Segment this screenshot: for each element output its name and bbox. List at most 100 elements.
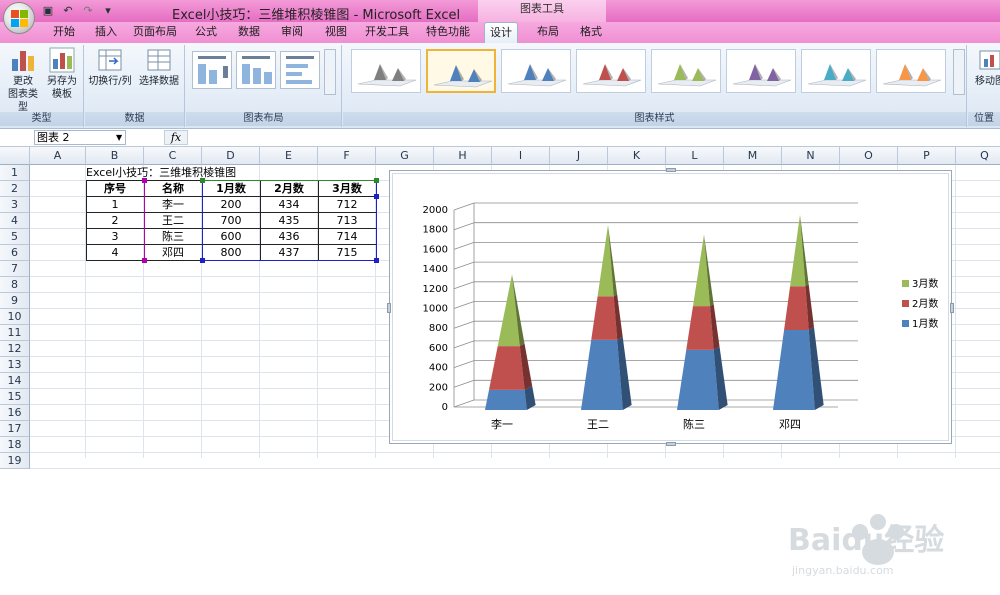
column-header-G[interactable]: G [376, 147, 434, 165]
chart-resize-handle-left[interactable] [387, 303, 391, 313]
column-header-J[interactable]: J [550, 147, 608, 165]
chart-resize-handle-right[interactable] [950, 303, 954, 313]
column-header-P[interactable]: P [898, 147, 956, 165]
column-header-D[interactable]: D [202, 147, 260, 165]
tab-1[interactable]: 插入 [88, 22, 124, 43]
column-header-B[interactable]: B [86, 147, 144, 165]
column-header-Q[interactable]: Q [956, 147, 1000, 165]
chart-style-5[interactable] [651, 49, 721, 93]
tab-2[interactable]: 页面布局 [128, 22, 182, 43]
row-header-18[interactable]: 18 [0, 437, 30, 453]
tab-9[interactable]: 设计 [484, 22, 518, 43]
table-cell[interactable]: 3 [86, 229, 144, 245]
tab-7[interactable]: 开发工具 [360, 22, 414, 43]
column-header-I[interactable]: I [492, 147, 550, 165]
tab-0[interactable]: 开始 [44, 22, 84, 43]
column-header-O[interactable]: O [840, 147, 898, 165]
table-cell[interactable]: 2 [86, 213, 144, 229]
range-resize-handle[interactable] [142, 178, 147, 183]
chart-resize-handle-bottom[interactable] [666, 442, 676, 446]
column-header-K[interactable]: K [608, 147, 666, 165]
row-header-8[interactable]: 8 [0, 277, 30, 293]
tab-10[interactable]: 布局 [530, 22, 566, 43]
layout-gallery-scroll[interactable] [324, 49, 336, 95]
undo-icon[interactable]: ↶ [60, 3, 76, 19]
table-cell[interactable]: 712 [318, 197, 376, 213]
row-header-10[interactable]: 10 [0, 309, 30, 325]
table-cell[interactable]: 1 [86, 197, 144, 213]
table-cell[interactable]: 434 [260, 197, 318, 213]
table-cell[interactable]: 邓四 [144, 245, 202, 261]
table-cell[interactable]: 714 [318, 229, 376, 245]
worksheet[interactable]: A B C D E F G H I J K L M N O P Q 1 2 3 4 5 6 7 8 9 10 11 12 13 14 15 16… [0, 147, 1000, 577]
save-icon[interactable]: ▣ [40, 3, 56, 19]
row-header-12[interactable]: 12 [0, 341, 30, 357]
table-cell[interactable]: 435 [260, 213, 318, 229]
row-header-1[interactable]: 1 [0, 165, 30, 181]
name-box-dropdown-icon[interactable]: ▼ [116, 130, 122, 145]
formula-input[interactable] [190, 130, 995, 145]
column-header-M[interactable]: M [724, 147, 782, 165]
range-resize-handle[interactable] [200, 258, 205, 263]
chart-layout-1[interactable] [192, 51, 232, 89]
chart-area[interactable]: 0 200 400 600 800 1000 1200 1400 1600 1800 2000 李一王… [387, 168, 954, 446]
range-resize-handle[interactable] [374, 194, 379, 199]
chart-style-7[interactable] [801, 49, 871, 93]
row-header-14[interactable]: 14 [0, 373, 30, 389]
table-cell[interactable]: 436 [260, 229, 318, 245]
redo-icon[interactable]: ↷ [80, 3, 96, 19]
row-header-17[interactable]: 17 [0, 421, 30, 437]
save-as-template-button[interactable]: 另存为 模板 [44, 47, 80, 101]
name-box[interactable]: 图表 2 [34, 130, 126, 145]
table-cell[interactable]: 600 [202, 229, 260, 245]
table-cell[interactable]: 王二 [144, 213, 202, 229]
row-header-6[interactable]: 6 [0, 245, 30, 261]
row-header-19[interactable]: 19 [0, 453, 30, 469]
chart-resize-handle-top[interactable] [666, 168, 676, 172]
chart-layout-3[interactable] [280, 51, 320, 89]
tab-5[interactable]: 审阅 [272, 22, 312, 43]
chart-style-1[interactable] [351, 49, 421, 93]
row-header-3[interactable]: 3 [0, 197, 30, 213]
column-header-L[interactable]: L [666, 147, 724, 165]
table-cell[interactable]: 200 [202, 197, 260, 213]
column-header-F[interactable]: F [318, 147, 376, 165]
table-cell[interactable]: 715 [318, 245, 376, 261]
column-header-A[interactable]: A [30, 147, 86, 165]
range-resize-handle[interactable] [200, 178, 205, 183]
row-header-16[interactable]: 16 [0, 405, 30, 421]
office-button[interactable] [3, 2, 35, 34]
chart-style-3[interactable] [501, 49, 571, 93]
select-all-corner[interactable] [0, 147, 30, 165]
chart-layout-2[interactable] [236, 51, 276, 89]
table-cell[interactable]: 李一 [144, 197, 202, 213]
column-header-H[interactable]: H [434, 147, 492, 165]
switch-row-column-button[interactable]: 切换行/列 [87, 47, 133, 88]
table-cell[interactable]: 713 [318, 213, 376, 229]
row-header-9[interactable]: 9 [0, 293, 30, 309]
column-header-E[interactable]: E [260, 147, 318, 165]
chart-style-4[interactable] [576, 49, 646, 93]
table-cell[interactable]: 陈三 [144, 229, 202, 245]
customize-qat-icon[interactable]: ▾ [100, 3, 116, 19]
select-data-button[interactable]: 选择数据 [135, 47, 183, 88]
tab-4[interactable]: 数据 [230, 22, 268, 43]
move-chart-button[interactable]: 移动图 [970, 47, 1000, 88]
range-resize-handle[interactable] [142, 258, 147, 263]
row-header-2[interactable]: 2 [0, 181, 30, 197]
row-header-4[interactable]: 4 [0, 213, 30, 229]
tab-8[interactable]: 特色功能 [420, 22, 476, 43]
chart-style-8[interactable] [876, 49, 946, 93]
table-cell[interactable]: 800 [202, 245, 260, 261]
range-resize-handle[interactable] [374, 178, 379, 183]
tab-3[interactable]: 公式 [186, 22, 226, 43]
row-header-5[interactable]: 5 [0, 229, 30, 245]
insert-function-button[interactable]: fx [164, 130, 188, 145]
row-header-15[interactable]: 15 [0, 389, 30, 405]
tab-6[interactable]: 视图 [316, 22, 356, 43]
range-resize-handle[interactable] [374, 258, 379, 263]
style-gallery-scroll[interactable] [953, 49, 965, 95]
tab-11[interactable]: 格式 [574, 22, 608, 43]
row-header-11[interactable]: 11 [0, 325, 30, 341]
row-header-7[interactable]: 7 [0, 261, 30, 277]
